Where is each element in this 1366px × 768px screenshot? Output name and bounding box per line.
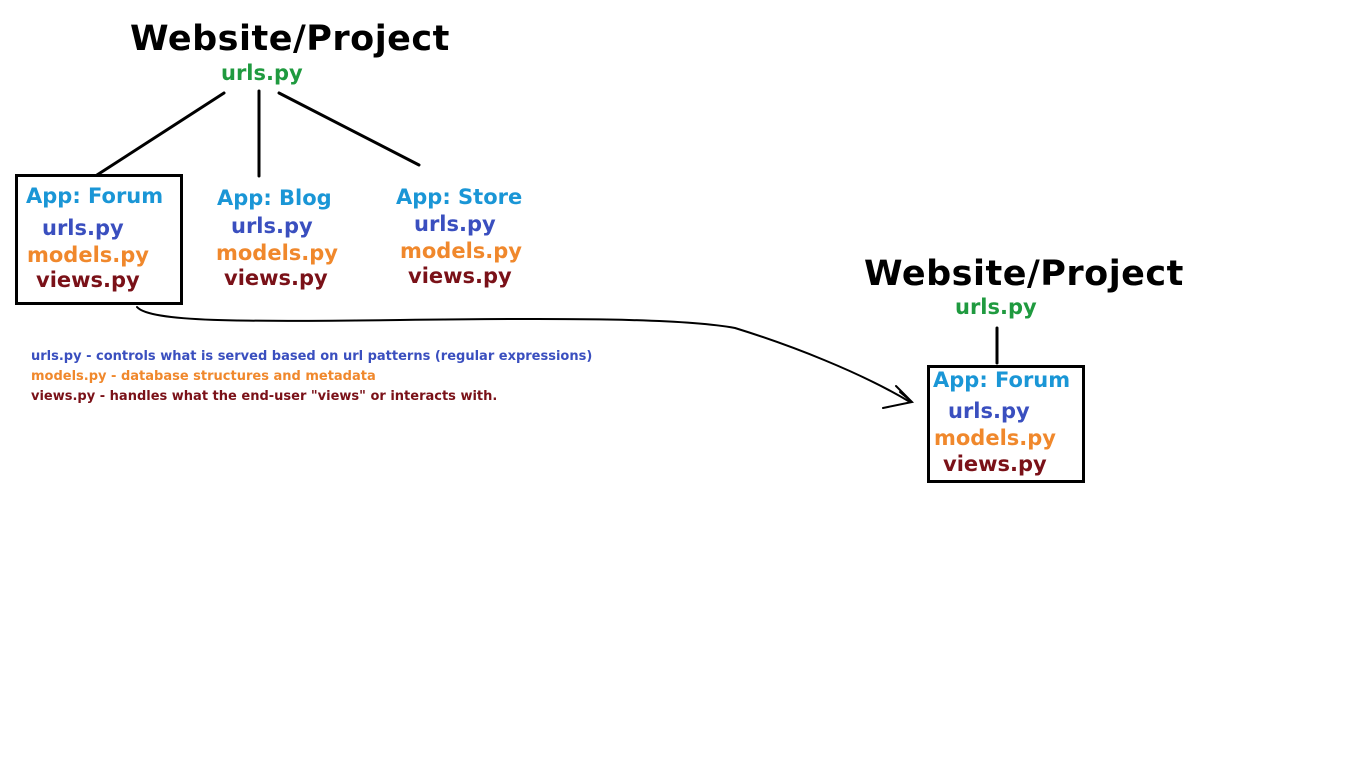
right-forum-urls-file: urls.py [948,399,1030,423]
right-forum-app-name: App: Forum [933,368,1071,392]
connector-lines [95,89,999,409]
store-app-name: App: Store [396,185,523,209]
right-project-title: Website/Project [864,254,1184,294]
store-views-file: views.py [408,264,512,288]
blog-app-name: App: Blog [217,186,332,210]
right-project-urls: urls.py [955,295,1037,319]
left-project-title: Website/Project [130,19,450,59]
forum-urls-file: urls.py [42,216,124,240]
blog-models-file: models.py [216,241,338,265]
legend-views: views.py - handles what the end-user "vi… [31,389,498,404]
blog-views-file: views.py [224,266,328,290]
legend-models: models.py - database structures and meta… [31,369,376,384]
line-to-store [277,91,421,167]
right-forum-models-file: models.py [934,426,1056,450]
line-to-forum [95,91,226,177]
left-project-urls: urls.py [221,61,303,85]
store-urls-file: urls.py [414,212,496,236]
forum-models-file: models.py [27,243,149,267]
legend-urls: urls.py - controls what is served based … [31,349,593,364]
forum-app-name: App: Forum [26,184,164,208]
forum-views-file: views.py [36,268,140,292]
store-models-file: models.py [400,239,522,263]
blog-urls-file: urls.py [231,214,313,238]
right-forum-views-file: views.py [943,452,1047,476]
